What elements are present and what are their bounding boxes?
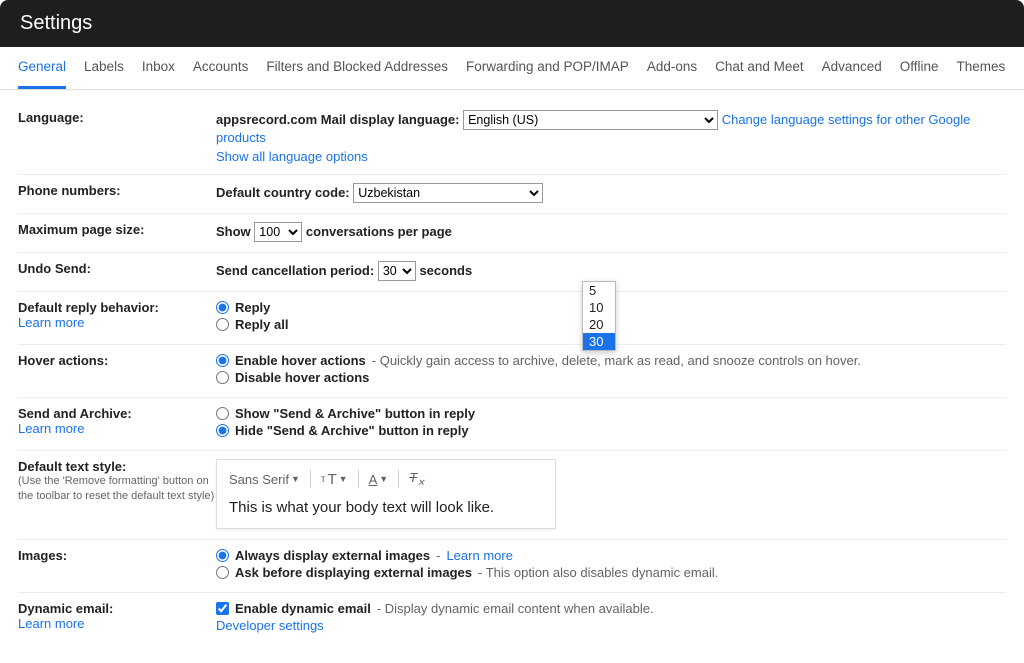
toolbar-separator xyxy=(358,470,359,488)
country-code-select[interactable]: Uzbekistan xyxy=(353,183,543,203)
developer-settings-link[interactable]: Developer settings xyxy=(216,618,324,633)
language-label: Language: xyxy=(18,110,84,125)
archive-hide-radio[interactable] xyxy=(216,424,229,437)
text-color-icon: A xyxy=(369,472,378,487)
phone-label: Phone numbers: xyxy=(18,183,121,198)
toolbar-separator xyxy=(398,470,399,488)
images-ask-radio[interactable] xyxy=(216,566,229,579)
row-undo: Undo Send: Send cancellation period: 30 … xyxy=(18,253,1006,292)
remove-formatting-icon: T✕ xyxy=(409,470,425,489)
tab-offline[interactable]: Offline xyxy=(900,47,939,89)
reply-opt1: Reply xyxy=(235,300,270,315)
tab-forwarding[interactable]: Forwarding and POP/IMAP xyxy=(466,47,629,89)
tab-chat[interactable]: Chat and Meet xyxy=(715,47,804,89)
toolbar-separator xyxy=(310,470,311,488)
images-opt1: Always display external images xyxy=(235,548,430,563)
textstyle-toolbar-wrap: Sans Serif ▼ тT ▼ A ▼ T✕ xyxy=(216,459,556,529)
pagesize-label: Maximum page size: xyxy=(18,222,144,237)
display-language-label: appsrecord.com Mail display language: xyxy=(216,112,459,127)
undo-period-label: Send cancellation period: xyxy=(216,263,374,278)
pagesize-show: Show xyxy=(216,224,251,239)
images-opt1-learn[interactable]: Learn more xyxy=(446,548,512,563)
font-family-value: Sans Serif xyxy=(229,472,289,487)
font-family-button[interactable]: Sans Serif ▼ xyxy=(229,472,300,487)
settings-header: Settings xyxy=(0,0,1024,47)
undo-option-10[interactable]: 10 xyxy=(583,299,615,316)
undo-label: Undo Send: xyxy=(18,261,91,276)
reply-all-radio[interactable] xyxy=(216,318,229,331)
remove-formatting-button[interactable]: T✕ xyxy=(409,470,425,489)
images-always-radio[interactable] xyxy=(216,549,229,562)
display-language-select[interactable]: English (US) xyxy=(463,110,718,130)
hover-opt1-desc: - Quickly gain access to archive, delete… xyxy=(372,353,861,368)
undo-suffix: seconds xyxy=(419,263,472,278)
hover-label: Hover actions: xyxy=(18,353,108,368)
archive-opt2: Hide "Send & Archive" button in reply xyxy=(235,423,469,438)
undo-dropdown-options[interactable]: 5 10 20 30 xyxy=(582,281,616,351)
row-language: Language: appsrecord.com Mail display la… xyxy=(18,102,1006,175)
hover-enable-radio[interactable] xyxy=(216,354,229,367)
country-code-label: Default country code: xyxy=(216,185,350,200)
row-pagesize: Maximum page size: Show 100 conversation… xyxy=(18,214,1006,253)
undo-option-30[interactable]: 30 xyxy=(583,333,615,350)
archive-opt1: Show "Send & Archive" button in reply xyxy=(235,406,475,421)
settings-content: Language: appsrecord.com Mail display la… xyxy=(0,90,1024,663)
textstyle-label: Default text style: xyxy=(18,459,216,474)
dynamic-label: Dynamic email: xyxy=(18,601,216,616)
hover-opt1: Enable hover actions xyxy=(235,353,366,368)
row-reply: Default reply behavior: Learn more Reply… xyxy=(18,292,1006,345)
tab-bar: General Labels Inbox Accounts Filters an… xyxy=(0,47,1024,90)
reply-radio[interactable] xyxy=(216,301,229,314)
tab-labels[interactable]: Labels xyxy=(84,47,124,89)
undo-option-5[interactable]: 5 xyxy=(583,282,615,299)
chevron-down-icon: ▼ xyxy=(379,474,388,484)
hover-disable-radio[interactable] xyxy=(216,371,229,384)
tab-themes[interactable]: Themes xyxy=(957,47,1006,89)
row-images: Images: Always display external images -… xyxy=(18,540,1006,593)
row-textstyle: Default text style: (Use the 'Remove for… xyxy=(18,451,1006,540)
images-label: Images: xyxy=(18,548,67,563)
tab-advanced[interactable]: Advanced xyxy=(822,47,882,89)
dynamic-learn-link[interactable]: Learn more xyxy=(18,616,84,631)
pagesize-suffix: conversations per page xyxy=(306,224,452,239)
chevron-down-icon: ▼ xyxy=(339,474,348,484)
tab-accounts[interactable]: Accounts xyxy=(193,47,249,89)
show-all-languages-link[interactable]: Show all language options xyxy=(216,149,368,164)
dynamic-enable-checkbox[interactable] xyxy=(216,602,229,615)
reply-learn-link[interactable]: Learn more xyxy=(18,315,84,330)
archive-label: Send and Archive: xyxy=(18,406,216,421)
tab-general[interactable]: General xyxy=(18,47,66,89)
textstyle-sub: (Use the 'Remove formatting' button on t… xyxy=(18,474,216,505)
archive-show-radio[interactable] xyxy=(216,407,229,420)
font-size-icon: т xyxy=(321,474,326,485)
row-archive: Send and Archive: Learn more Show "Send … xyxy=(18,398,1006,451)
row-phone: Phone numbers: Default country code: Uzb… xyxy=(18,175,1006,214)
font-size-icon-large: T xyxy=(328,471,337,488)
archive-learn-link[interactable]: Learn more xyxy=(18,421,84,436)
textstyle-sample: This is what your body text will look li… xyxy=(229,499,543,516)
textstyle-toolbar: Sans Serif ▼ тT ▼ A ▼ T✕ xyxy=(229,470,543,489)
settings-title: Settings xyxy=(20,12,92,34)
text-color-button[interactable]: A ▼ xyxy=(369,472,389,487)
row-dynamic: Dynamic email: Learn more Enable dynamic… xyxy=(18,593,1006,643)
tab-addons[interactable]: Add-ons xyxy=(647,47,697,89)
tab-inbox[interactable]: Inbox xyxy=(142,47,175,89)
hover-opt2: Disable hover actions xyxy=(235,370,369,385)
tab-filters[interactable]: Filters and Blocked Addresses xyxy=(266,47,448,89)
reply-opt2: Reply all xyxy=(235,317,288,332)
dynamic-opt-desc: - Display dynamic email content when ava… xyxy=(377,601,654,616)
font-size-button[interactable]: тT ▼ xyxy=(321,471,348,488)
chevron-down-icon: ▼ xyxy=(291,474,300,484)
undo-option-20[interactable]: 20 xyxy=(583,316,615,333)
pagesize-select[interactable]: 100 xyxy=(254,222,302,242)
row-hover: Hover actions: Enable hover actions - Qu… xyxy=(18,345,1006,398)
dynamic-opt: Enable dynamic email xyxy=(235,601,371,616)
reply-label: Default reply behavior: xyxy=(18,300,216,315)
undo-period-select[interactable]: 30 xyxy=(378,261,416,281)
